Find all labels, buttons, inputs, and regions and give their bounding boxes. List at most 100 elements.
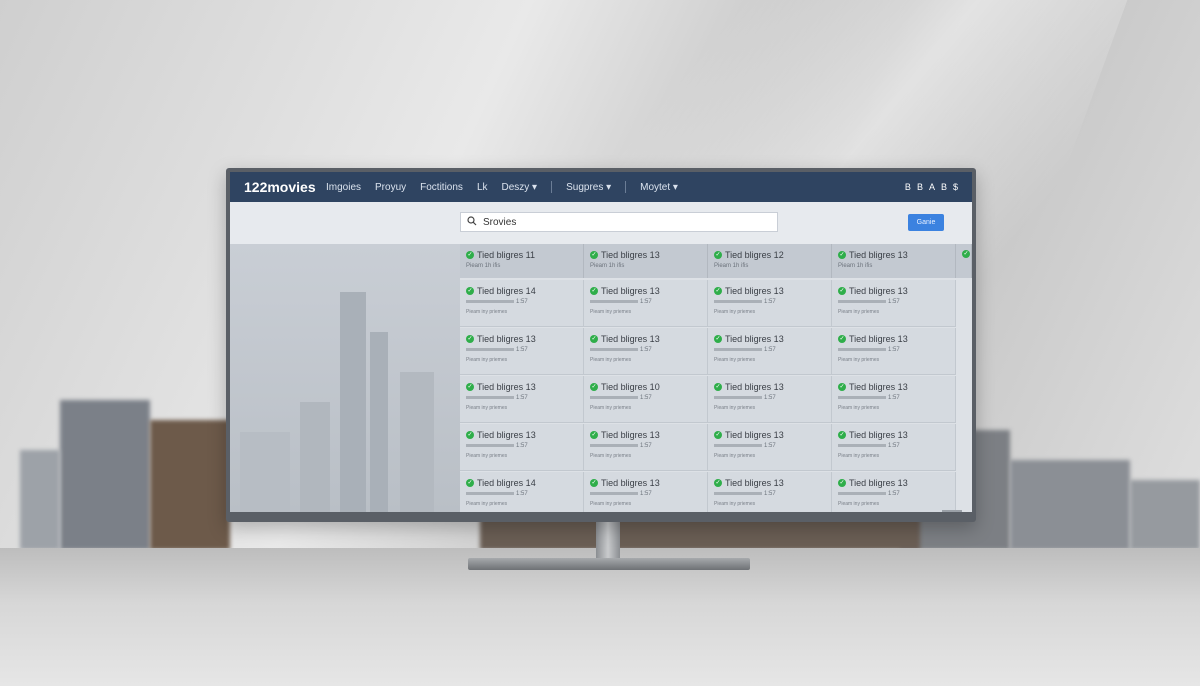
movie-card[interactable]: ✓ Tied bligres 13 1:57 Pieam iny priemes <box>584 280 708 327</box>
movie-caption: Pieam iny priemes <box>714 501 756 507</box>
blurred-text <box>838 395 886 399</box>
movie-duration: 1:57 <box>516 395 528 401</box>
toolbar-icon-2[interactable]: B <box>917 182 923 192</box>
movie-duration: 1:57 <box>640 395 652 401</box>
column-header[interactable]: ✓ Tied bligres 11 Pieam 1h ifis <box>460 244 584 278</box>
movie-duration: 1:57 <box>516 491 528 497</box>
check-icon: ✓ <box>466 335 474 343</box>
movie-title: Tied bligres 13 <box>725 478 784 488</box>
movie-card[interactable]: ✓ Tied bligres 13 1:57 Pieam iny priemes <box>832 472 956 512</box>
movie-card[interactable]: ✓ Tied bligres 13 1:57 Pieam iny priemes <box>584 424 708 471</box>
nav-item-7-dropdown[interactable]: Moytet ▾ <box>640 182 678 193</box>
blurred-text <box>714 395 762 399</box>
brand-logo[interactable]: 122movies <box>244 179 316 195</box>
movie-card[interactable]: ✓ Tied bligres 14 1:57 Pieam iny priemes <box>460 280 584 327</box>
movie-grid: ✓ Tied bligres 11 Pieam 1h ifis ✓ Tied bli… <box>460 244 972 512</box>
movie-card[interactable]: ✓ Tied bligres 13 1:57 Pieam iny priemes <box>832 376 956 423</box>
nav-item-3[interactable]: Foctitions <box>420 182 463 193</box>
movie-card[interactable]: ✓ Tied bligres 13 1:57 Pieam iny priemes <box>708 472 832 512</box>
search-box[interactable] <box>460 212 778 232</box>
check-icon: ✓ <box>590 287 598 295</box>
column-title: Tied bligres 11 <box>477 250 536 260</box>
movie-card[interactable]: ✓ Tied bligres 13 1:57 Pieam iny priemes <box>460 424 584 471</box>
column-header[interactable]: ✓ Tied bligres 13 Pieam 1h ifis <box>584 244 708 278</box>
movie-caption: Pieam iny priemes <box>714 357 756 363</box>
nav-item-4[interactable]: Lk <box>477 182 488 193</box>
blurred-text <box>466 299 514 303</box>
movie-title: Tied bligres 13 <box>725 334 784 344</box>
movie-card[interactable]: ✓ Tied bligres 13 1:57 Pieam iny priemes <box>708 424 832 471</box>
movie-duration: 1:57 <box>640 491 652 497</box>
movie-title: Tied bligres 13 <box>849 478 908 488</box>
column-header[interactable]: ✓ Tied bligres 12 Pieam 1h ifis <box>708 244 832 278</box>
toolbar-icon-5[interactable]: $ <box>953 182 958 192</box>
movie-card[interactable]: ✓ Tied bligres 13 1:57 Pieam iny priemes <box>584 472 708 512</box>
movie-duration: 1:57 <box>888 347 900 353</box>
movie-duration: 1:57 <box>764 299 776 305</box>
nav-item-1[interactable]: Imgoies <box>326 182 361 193</box>
monitor: 122movies Imgoies Proyuy Foctitions Lk D… <box>226 168 976 522</box>
blurred-text <box>590 299 638 303</box>
column-subtitle: Pieam 1h ifis <box>838 263 873 269</box>
check-icon: ✓ <box>466 287 474 295</box>
movie-card[interactable]: ✓ Tied bligres 14 1:57 Pieam iny priemes <box>460 472 584 512</box>
movie-card[interactable]: ✓ Tied bligres 13 1:57 Pieam iny priemes <box>708 376 832 423</box>
movie-card[interactable]: ✓ Tied bligres 13 1:57 Pieam iny priemes <box>708 280 832 327</box>
movie-caption: Pieam iny priemes <box>714 309 756 315</box>
movie-caption: Pieam iny priemes <box>466 357 508 363</box>
movie-caption: Pieam iny priemes <box>590 357 632 363</box>
movie-duration: 1:57 <box>516 443 528 449</box>
blurred-text <box>714 299 762 303</box>
movie-title: Tied bligres 13 <box>477 430 536 440</box>
movie-caption: Pieam iny priemes <box>590 405 632 411</box>
top-navbar: 122movies Imgoies Proyuy Foctitions Lk D… <box>230 172 972 202</box>
movie-title: Tied bligres 13 <box>477 382 536 392</box>
toolbar-icon-4[interactable]: B <box>941 182 947 192</box>
movie-title: Tied bligres 13 <box>477 334 536 344</box>
movie-card[interactable]: ✓ Tied bligres 10 1:57 Pieam iny priemes <box>584 376 708 423</box>
movie-card[interactable]: ✓ Tied bligres 13 1:57 Pieam iny priemes <box>832 280 956 327</box>
search-button[interactable]: Ganie <box>908 214 944 231</box>
movie-duration: 1:57 <box>764 347 776 353</box>
monitor-stand-base <box>468 558 750 570</box>
toolbar-icon-1[interactable]: B <box>905 182 911 192</box>
nav-item-2[interactable]: Proyuy <box>375 182 406 193</box>
movie-card[interactable]: ✓ Tied bligres 13 1:57 Pieam iny priemes <box>832 424 956 471</box>
search-row: Ganie <box>230 202 972 244</box>
column-title: Tied bligres 13 <box>849 250 908 260</box>
movie-caption: Pieam iny priemes <box>714 405 756 411</box>
column-title: Tied bligres 12 <box>725 250 784 260</box>
movie-card[interactable]: ✓ Tied bligres 13 1:57 Pieam iny priemes <box>460 376 584 423</box>
movie-duration: 1:57 <box>888 299 900 305</box>
movie-title: Tied bligres 13 <box>849 334 908 344</box>
movie-title: Tied bligres 13 <box>725 382 784 392</box>
search-input[interactable] <box>481 215 755 229</box>
column-header[interactable]: ✓ Tied bligres 13 Pieam 1h ifis <box>832 244 956 278</box>
nav-divider <box>551 181 553 193</box>
scroll-indicator[interactable] <box>942 510 962 512</box>
check-icon: ✓ <box>466 383 474 391</box>
nav-divider <box>625 181 627 193</box>
movie-card[interactable]: ✓ Tied bligres 13 1:57 Pieam iny priemes <box>584 328 708 375</box>
movie-duration: 1:57 <box>640 299 652 305</box>
movie-card[interactable]: ✓ Tied bligres 13 1:57 Pieam iny priemes <box>708 328 832 375</box>
monitor-stand-neck <box>596 520 620 562</box>
check-icon: ✓ <box>838 335 846 343</box>
movie-card[interactable]: ✓ Tied bligres 13 1:57 Pieam iny priemes <box>832 328 956 375</box>
movie-caption: Pieam iny priemes <box>838 405 880 411</box>
nav-item-6-dropdown[interactable]: Sugpres ▾ <box>566 182 611 193</box>
movie-duration: 1:57 <box>888 443 900 449</box>
movie-caption: Pieam iny priemes <box>466 405 508 411</box>
check-icon: ✓ <box>466 479 474 487</box>
movie-card[interactable]: ✓ Tied bligres 13 1:57 Pieam iny priemes <box>460 328 584 375</box>
blurred-text <box>838 347 886 351</box>
toolbar-icons: B B A B $ <box>905 182 958 192</box>
blurred-text <box>714 491 762 495</box>
blurred-text <box>466 443 514 447</box>
blurred-text <box>714 443 762 447</box>
movie-caption: Pieam iny priemes <box>838 309 880 315</box>
toolbar-icon-3[interactable]: A <box>929 182 935 192</box>
movie-duration: 1:57 <box>764 443 776 449</box>
nav-item-5-dropdown[interactable]: Deszy ▾ <box>502 182 538 193</box>
column-subtitle: Pieam 1h ifis <box>714 263 749 269</box>
